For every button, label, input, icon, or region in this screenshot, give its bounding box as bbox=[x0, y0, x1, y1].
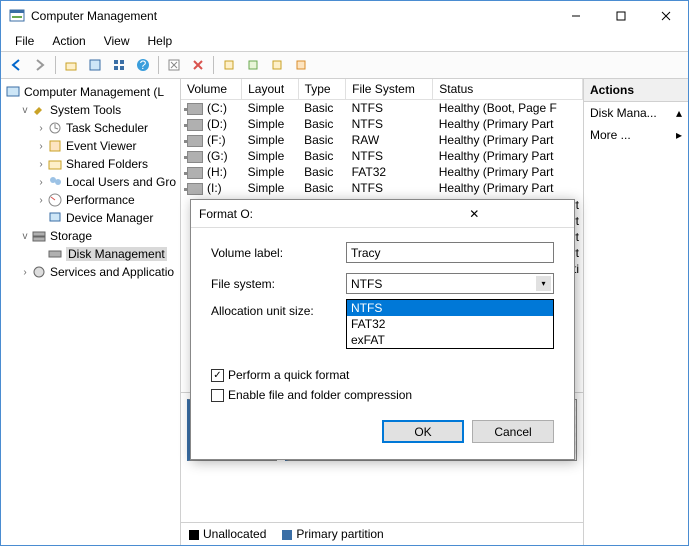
expand-icon[interactable]: › bbox=[35, 141, 47, 152]
forward-button[interactable] bbox=[29, 54, 51, 76]
ok-button[interactable]: OK bbox=[382, 420, 464, 443]
tree-storage[interactable]: vStorage bbox=[3, 227, 178, 245]
users-icon bbox=[47, 174, 63, 190]
actions-pane: Actions Disk Mana... ▴ More ... ▸ bbox=[584, 79, 688, 545]
refresh-button[interactable] bbox=[163, 54, 185, 76]
tree-event-viewer[interactable]: ›Event Viewer bbox=[3, 137, 178, 155]
toolbar: ? bbox=[1, 51, 688, 79]
dialog-title: Format O: bbox=[199, 207, 383, 221]
menu-action[interactable]: Action bbox=[44, 32, 93, 50]
volume-icon bbox=[187, 183, 203, 195]
maximize-button[interactable] bbox=[598, 1, 643, 31]
collapse-icon: ▴ bbox=[676, 106, 682, 120]
back-button[interactable] bbox=[5, 54, 27, 76]
wrench-icon bbox=[31, 102, 47, 118]
dropdown-option[interactable]: NTFS bbox=[347, 300, 553, 316]
actions-more[interactable]: More ... ▸ bbox=[584, 124, 688, 146]
storage-icon bbox=[31, 228, 47, 244]
tree-task-scheduler[interactable]: ›Task Scheduler bbox=[3, 119, 178, 137]
dropdown-option[interactable]: exFAT bbox=[347, 332, 553, 348]
tree-performance[interactable]: ›Performance bbox=[3, 191, 178, 209]
help-button[interactable]: ? bbox=[132, 54, 154, 76]
tree-shared-folders[interactable]: ›Shared Folders bbox=[3, 155, 178, 173]
device-icon bbox=[47, 210, 63, 226]
navigation-tree[interactable]: Computer Management (L v System Tools ›T… bbox=[1, 79, 181, 545]
menu-file[interactable]: File bbox=[7, 32, 42, 50]
col-fs[interactable]: File System bbox=[346, 79, 433, 100]
up-button[interactable] bbox=[60, 54, 82, 76]
col-volume[interactable]: Volume bbox=[181, 79, 242, 100]
computer-icon bbox=[5, 84, 21, 100]
menu-help[interactable]: Help bbox=[140, 32, 181, 50]
svg-text:?: ? bbox=[140, 58, 147, 72]
properties-button[interactable] bbox=[84, 54, 106, 76]
col-status[interactable]: Status bbox=[433, 79, 583, 100]
quick-format-checkbox[interactable]: ✓ Perform a quick format bbox=[211, 368, 554, 382]
file-system-combo[interactable]: NTFS ▾ bbox=[346, 273, 554, 294]
expand-icon[interactable]: › bbox=[35, 195, 47, 206]
table-row[interactable]: (C:)SimpleBasicNTFSHealthy (Boot, Page F bbox=[181, 100, 583, 117]
tree-disk-management[interactable]: Disk Management bbox=[3, 245, 178, 263]
action4-button[interactable] bbox=[290, 54, 312, 76]
actions-header: Actions bbox=[584, 79, 688, 102]
compression-checkbox[interactable]: Enable file and folder compression bbox=[211, 388, 554, 402]
window-title: Computer Management bbox=[31, 9, 553, 23]
table-row[interactable]: (F:)SimpleBasicRAWHealthy (Primary Part bbox=[181, 132, 583, 148]
tree-system-tools[interactable]: v System Tools bbox=[3, 101, 178, 119]
volume-icon bbox=[187, 151, 203, 163]
volume-icon bbox=[187, 119, 203, 131]
tree-services[interactable]: ›Services and Applicatio bbox=[3, 263, 178, 281]
tree-device-manager[interactable]: Device Manager bbox=[3, 209, 178, 227]
volume-icon bbox=[187, 167, 203, 179]
tree-local-users[interactable]: ›Local Users and Gro bbox=[3, 173, 178, 191]
expand-icon[interactable]: v bbox=[19, 105, 31, 116]
event-icon bbox=[47, 138, 63, 154]
file-system-dropdown[interactable]: NTFSFAT32exFAT bbox=[346, 299, 554, 349]
format-dialog: Format O: ✕ Volume label: File system: N… bbox=[190, 199, 575, 460]
table-row[interactable]: (G:)SimpleBasicNTFSHealthy (Primary Part bbox=[181, 148, 583, 164]
file-system-label: File system: bbox=[211, 277, 346, 291]
action1-button[interactable] bbox=[218, 54, 240, 76]
chevron-down-icon: ▾ bbox=[536, 276, 551, 291]
view-button[interactable] bbox=[108, 54, 130, 76]
chevron-right-icon: ▸ bbox=[676, 128, 682, 142]
table-row[interactable]: (I:)SimpleBasicNTFSHealthy (Primary Part bbox=[181, 180, 583, 196]
folder-share-icon bbox=[47, 156, 63, 172]
table-row[interactable]: (H:)SimpleBasicFAT32Healthy (Primary Par… bbox=[181, 164, 583, 180]
cancel-button[interactable]: Cancel bbox=[472, 420, 554, 443]
expand-icon[interactable]: › bbox=[35, 159, 47, 170]
tree-root[interactable]: Computer Management (L bbox=[3, 83, 178, 101]
legend: Unallocated Primary partition bbox=[181, 522, 583, 545]
expand-icon[interactable]: › bbox=[35, 177, 47, 188]
expand-icon[interactable]: v bbox=[19, 231, 31, 242]
disk-icon bbox=[47, 246, 63, 262]
expand-icon[interactable]: › bbox=[35, 123, 47, 134]
minimize-button[interactable] bbox=[553, 1, 598, 31]
menu-view[interactable]: View bbox=[96, 32, 138, 50]
actions-disk-management[interactable]: Disk Mana... ▴ bbox=[584, 102, 688, 124]
volume-icon bbox=[187, 135, 203, 147]
volume-icon bbox=[187, 103, 203, 115]
dialog-close-button[interactable]: ✕ bbox=[383, 207, 567, 221]
title-bar: Computer Management bbox=[1, 1, 688, 31]
delete-button[interactable] bbox=[187, 54, 209, 76]
gear-icon bbox=[31, 264, 47, 280]
close-button[interactable] bbox=[643, 1, 688, 31]
volume-label-label: Volume label: bbox=[211, 246, 346, 260]
col-layout[interactable]: Layout bbox=[242, 79, 298, 100]
menu-bar: File Action View Help bbox=[1, 31, 688, 51]
checkbox-unchecked-icon bbox=[211, 389, 224, 402]
allocation-label: Allocation unit size: bbox=[211, 304, 346, 318]
gauge-icon bbox=[47, 192, 63, 208]
dropdown-option[interactable]: FAT32 bbox=[347, 316, 553, 332]
col-type[interactable]: Type bbox=[298, 79, 346, 100]
action2-button[interactable] bbox=[242, 54, 264, 76]
checkbox-checked-icon: ✓ bbox=[211, 369, 224, 382]
volume-label-input[interactable] bbox=[346, 242, 554, 263]
table-row[interactable]: (D:)SimpleBasicNTFSHealthy (Primary Part bbox=[181, 116, 583, 132]
app-icon bbox=[9, 8, 25, 24]
action3-button[interactable] bbox=[266, 54, 288, 76]
expand-icon[interactable]: › bbox=[19, 267, 31, 278]
clock-icon bbox=[47, 120, 63, 136]
